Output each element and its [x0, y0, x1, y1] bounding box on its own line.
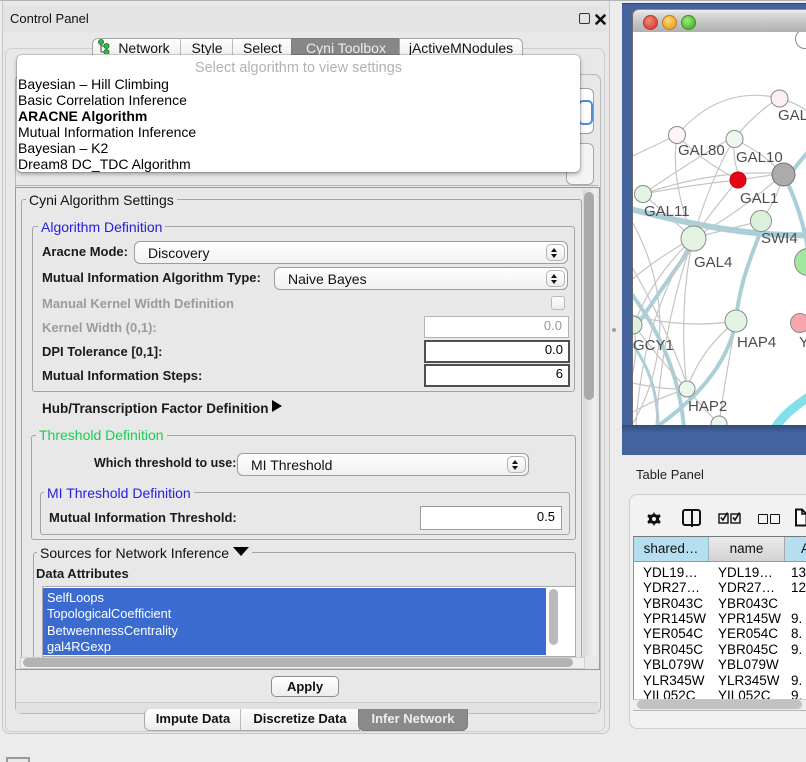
- svg-text:HAP2: HAP2: [688, 398, 727, 415]
- svg-text:GAL4: GAL4: [694, 254, 732, 271]
- svg-text:GAL1: GAL1: [740, 190, 778, 207]
- svg-text:GAL7: GAL7: [778, 107, 806, 124]
- svg-text:GAL80: GAL80: [678, 142, 725, 159]
- svg-text:HAP4: HAP4: [737, 334, 776, 351]
- svg-text:GAL10: GAL10: [736, 149, 783, 166]
- svg-text:GCY1: GCY1: [633, 337, 674, 354]
- svg-text:Y: Y: [799, 334, 806, 351]
- svg-text:SWI4: SWI4: [761, 230, 798, 247]
- svg-text:GAL11: GAL11: [644, 203, 690, 220]
